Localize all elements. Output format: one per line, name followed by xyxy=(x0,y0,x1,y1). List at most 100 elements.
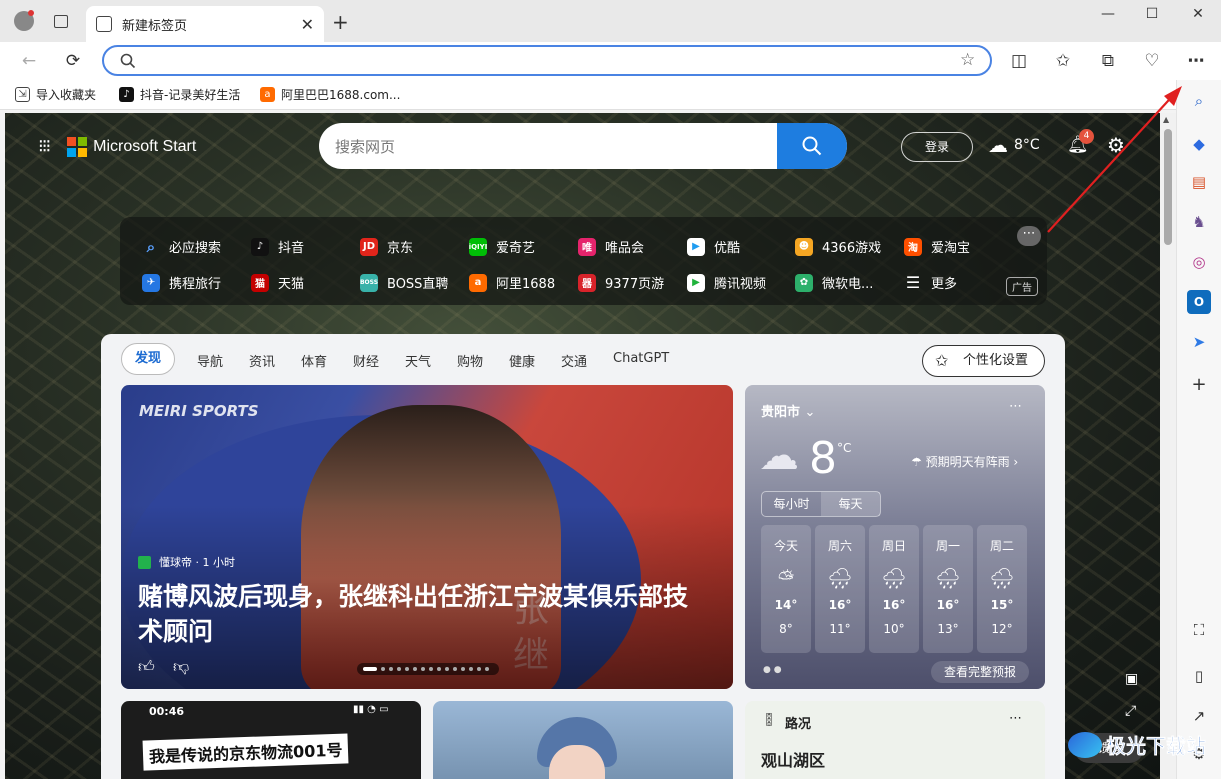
sidebar-open-external-icon[interactable]: ↗ xyxy=(1187,704,1211,728)
tab-chatgpt[interactable]: ChatGPT xyxy=(613,351,669,366)
sidebar-search-icon[interactable]: ⌕ xyxy=(1187,89,1211,113)
web-search-box[interactable]: 搜索网页 xyxy=(319,123,847,169)
forecast-day[interactable]: 周一 🌧︎ 16° 13° xyxy=(923,525,973,653)
weather-card[interactable]: 贵阳市 ⌄ ⋯ ☁ 8 °C ☂ 预期明天有阵雨 › 每小时 每天 今天 ⛅︎ 14… xyxy=(745,385,1045,689)
quick-link-label: 唯品会 xyxy=(605,241,645,256)
sidebar-screenshot-icon[interactable]: ⛶ xyxy=(1187,618,1211,642)
douyin-icon: ♪ xyxy=(119,87,134,102)
quick-link-label: 腾讯视频 xyxy=(714,277,767,292)
quick-link[interactable]: ✿ 微软电... xyxy=(795,273,873,292)
quick-link[interactable]: ☻ 4366游戏 xyxy=(795,237,881,256)
quick-link[interactable]: 器 9377页游 xyxy=(578,273,664,292)
tab-traffic[interactable]: 交通 xyxy=(561,351,587,370)
sidebar-tools-icon[interactable]: ▤ xyxy=(1187,170,1211,194)
favorites-icon[interactable]: ✩ xyxy=(1052,50,1074,72)
menu-icon: ☰ xyxy=(905,273,921,292)
hero-article[interactable]: MEIRI SPORTS 张继 懂球帝 · 1 小时 赌博风波后现身，张继科出任… xyxy=(121,385,733,689)
tab-weather[interactable]: 天气 xyxy=(405,351,431,370)
bookmark-import[interactable]: ⇲ 导入收藏夹 xyxy=(15,86,96,103)
weather-more-icon[interactable]: ⋯ xyxy=(1009,399,1022,414)
collections-icon[interactable]: ⧉ xyxy=(1097,50,1119,72)
traffic-more-icon[interactable]: ⋯ xyxy=(1009,711,1022,726)
bookmark-label: 阿里巴巴1688.com... xyxy=(281,88,401,102)
quick-link[interactable]: ▶ 腾讯视频 xyxy=(687,273,766,292)
back-icon[interactable]: ← xyxy=(18,50,40,72)
quick-link[interactable]: ♪ 抖音 xyxy=(251,237,304,256)
quick-link[interactable]: 淘爱淘宝 xyxy=(904,237,970,256)
quick-link[interactable]: 唯唯品会 xyxy=(578,237,644,256)
quick-link[interactable]: ✈ 携程旅行 xyxy=(142,273,221,292)
tab-news[interactable]: 资讯 xyxy=(249,351,275,370)
quick-link[interactable]: a 阿里1688 xyxy=(469,273,555,292)
tab-close-icon[interactable]: ✕ xyxy=(301,15,314,34)
more-options-icon[interactable]: ⋯ xyxy=(1017,226,1041,246)
close-window-button[interactable]: ✕ xyxy=(1178,6,1218,28)
quick-link[interactable]: ⌕ 必应搜索 xyxy=(142,237,221,257)
video-card[interactable]: 00:46 ▮▮ ◔ ▭ 我是传说的京东物流001号 xyxy=(121,701,421,779)
quick-link[interactable]: JD 京东 xyxy=(360,237,413,256)
minimize-button[interactable]: — xyxy=(1088,6,1128,28)
tab-sports[interactable]: 体育 xyxy=(301,351,327,370)
sidebar-shopping-icon[interactable]: ◆ xyxy=(1187,132,1211,156)
bookmark-douyin[interactable]: ♪ 抖音-记录美好生活 xyxy=(119,86,240,103)
search-button[interactable] xyxy=(777,123,847,169)
address-bar[interactable]: ☆ xyxy=(102,45,992,76)
active-tab[interactable]: 新建标签页 ✕ xyxy=(86,6,324,42)
refresh-icon[interactable]: ⟳ xyxy=(62,50,84,72)
dislike-icon[interactable]: 👎︎ xyxy=(173,657,189,677)
tab-actions-icon[interactable] xyxy=(54,15,68,28)
maximize-button[interactable]: ☐ xyxy=(1132,6,1172,28)
browser-essentials-icon[interactable]: ♡ xyxy=(1141,50,1163,72)
weather-city[interactable]: 贵阳市 ⌄ xyxy=(761,401,815,420)
like-icon[interactable]: 👍︎ xyxy=(138,657,155,677)
sidebar-games-icon[interactable]: ♞ xyxy=(1187,210,1211,234)
quick-link[interactable]: iQIYI 爱奇艺 xyxy=(469,237,535,256)
login-button[interactable]: 登录 xyxy=(901,132,973,162)
quick-link[interactable]: BOSS BOSS直聘 xyxy=(360,273,448,292)
search-icon xyxy=(802,136,822,156)
forecast-day[interactable]: 今天 ⛅︎ 14° 8° xyxy=(761,525,811,653)
tab-health[interactable]: 健康 xyxy=(509,351,535,370)
sidebar-add-icon[interactable]: + xyxy=(1187,372,1211,396)
weather-widget[interactable]: ☁ 8°C xyxy=(988,133,1040,157)
quick-link[interactable]: 猫天猫 xyxy=(251,273,304,292)
full-forecast-button[interactable]: 查看完整预报 xyxy=(931,661,1029,683)
favorite-star-icon[interactable]: ☆ xyxy=(960,50,975,70)
photo-card[interactable] xyxy=(433,701,733,779)
search-input[interactable]: 搜索网页 xyxy=(335,136,395,157)
personalize-button[interactable]: ✩ 个性化设置 xyxy=(922,345,1045,377)
header-temperature: 8°C xyxy=(1014,137,1040,153)
forecast-toggle[interactable]: 每小时 每天 xyxy=(761,491,881,517)
sidebar-send-icon[interactable]: ➤ xyxy=(1187,330,1211,354)
annotation-arrow xyxy=(1047,86,1182,233)
weather-page-dots[interactable]: ● ● xyxy=(763,665,782,675)
app-launcher-icon[interactable]: ⁝⁝⁝ xyxy=(38,136,51,157)
tab-navigation[interactable]: 导航 xyxy=(197,351,223,370)
new-tab-button[interactable]: + xyxy=(332,10,349,34)
weather-forecast-note[interactable]: ☂ 预期明天有阵雨 › xyxy=(911,453,1018,470)
carousel-dots[interactable] xyxy=(357,663,499,675)
forecast-day[interactable]: 周日 🌧︎ 16° 10° xyxy=(869,525,919,653)
toggle-daily[interactable]: 每天 xyxy=(821,492,880,516)
bookmark-1688[interactable]: a 阿里巴巴1688.com... xyxy=(260,86,400,103)
forecast-day[interactable]: 周二 🌧︎ 15° 12° xyxy=(977,525,1027,653)
settings-more-icon[interactable]: ⋯ xyxy=(1185,50,1207,72)
sidebar-office-icon[interactable]: ◎ xyxy=(1187,250,1211,274)
tab-discover[interactable]: 发现 xyxy=(121,343,175,375)
tab-shopping[interactable]: 购物 xyxy=(457,351,483,370)
toggle-hourly[interactable]: 每小时 xyxy=(762,492,821,516)
split-screen-icon[interactable]: ◫ xyxy=(1008,50,1030,72)
wallpaper-icon[interactable]: ▣ xyxy=(1125,671,1138,687)
quick-link[interactable]: ☰ 更多 xyxy=(904,273,957,292)
hero-source[interactable]: 懂球帝 · 1 小时 xyxy=(138,554,235,570)
quick-link[interactable]: ▶ 优酷 xyxy=(687,237,740,256)
sidebar-outlook-icon[interactable]: O xyxy=(1187,290,1211,314)
tab-finance[interactable]: 财经 xyxy=(353,351,379,370)
traffic-card[interactable]: 🚦︎ 路况 ⋯ 观山湖区 xyxy=(745,701,1045,779)
fullscreen-icon[interactable]: ⤢ xyxy=(1125,703,1136,719)
forecast-day[interactable]: 周六 🌧︎ 16° 11° xyxy=(815,525,865,653)
bookmark-label: 导入收藏夹 xyxy=(36,88,97,102)
hero-headline[interactable]: 赌博风波后现身，张继科出任浙江宁波某俱乐部技术顾问 xyxy=(138,579,708,649)
bookmark-label: 抖音-记录美好生活 xyxy=(140,88,241,102)
sidebar-hide-icon[interactable]: ▯ xyxy=(1187,664,1211,688)
